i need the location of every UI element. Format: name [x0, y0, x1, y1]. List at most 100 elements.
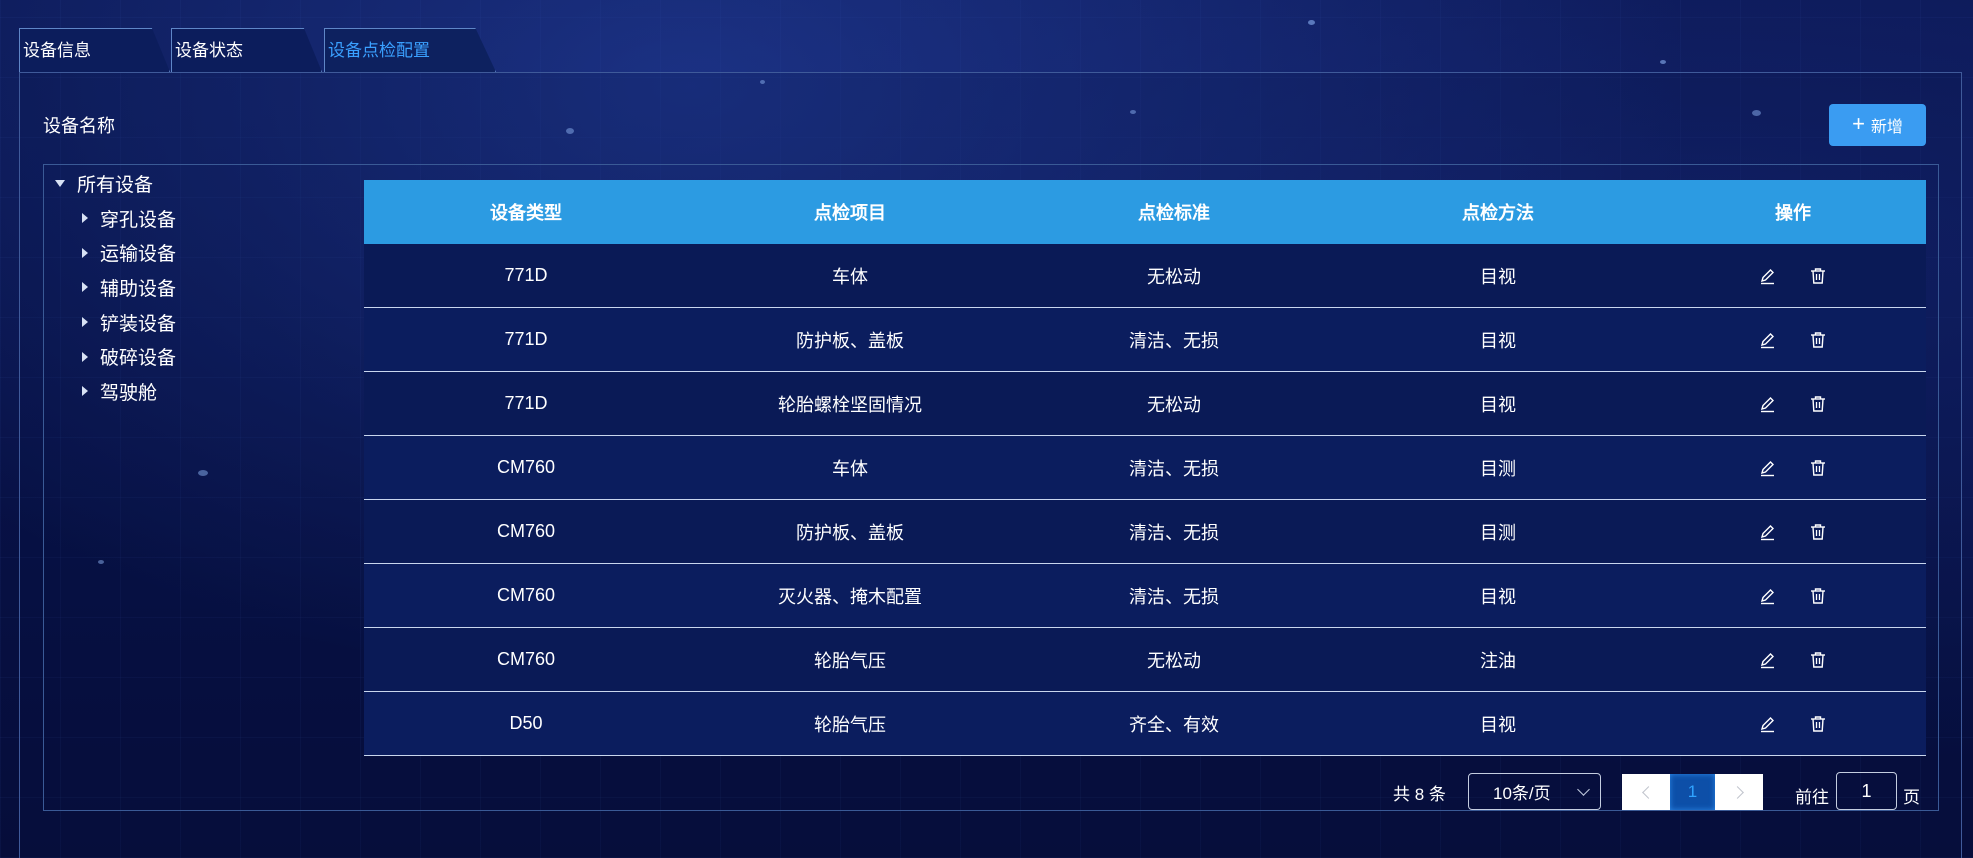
row-actions: [1660, 329, 1926, 351]
cell-item: 轮胎气压: [814, 714, 886, 735]
table-row: CM760 防护板、盖板 清洁、无损 目测: [364, 500, 1926, 564]
cell-standard: 清洁、无损: [1129, 522, 1219, 543]
chevron-right-icon: [1730, 785, 1744, 799]
caret-right-icon: [82, 213, 88, 224]
cell-device-type: CM760: [496, 457, 556, 477]
edit-icon[interactable]: [1757, 329, 1779, 351]
table-row: 771D 防护板、盖板 清洁、无损 目视: [364, 308, 1926, 372]
cell-item: 灭火器、掩木配置: [778, 586, 922, 607]
cell-item: 车体: [832, 266, 868, 287]
page-number-current[interactable]: 1: [1670, 774, 1715, 810]
column-header-item[interactable]: 点检项目: [688, 199, 1012, 225]
tree-node-loading[interactable]: 铲装设备: [52, 305, 176, 340]
tree-node-label: 穿孔设备: [100, 209, 177, 231]
page-size-value: 10条/页: [1493, 784, 1551, 803]
tree-node-label: 运输设备: [100, 244, 177, 266]
cell-item: 轮胎螺栓坚固情况: [778, 394, 922, 415]
tree-node-label: 破碎设备: [100, 348, 177, 370]
cell-item: 轮胎气压: [814, 650, 886, 671]
plus-icon: +: [1852, 111, 1865, 136]
edit-icon[interactable]: [1757, 713, 1779, 735]
row-actions: [1660, 713, 1926, 735]
table-row: CM760 轮胎气压 无松动 注油: [364, 628, 1926, 692]
caret-right-icon: [82, 282, 88, 293]
edit-icon[interactable]: [1757, 585, 1779, 607]
delete-icon[interactable]: [1807, 457, 1829, 479]
row-actions: [1660, 393, 1926, 415]
tree-node-transport[interactable]: 运输设备: [52, 235, 176, 270]
delete-icon[interactable]: [1807, 585, 1829, 607]
cell-method: 目视: [1480, 586, 1516, 607]
edit-icon[interactable]: [1757, 265, 1779, 287]
cell-method: 目视: [1480, 330, 1516, 351]
device-tree: 所有设备 穿孔设备 运输设备 辅助设备 铲装设备 破碎设备 驾驶舱: [52, 166, 176, 409]
cell-method: 目视: [1480, 394, 1516, 415]
edit-icon[interactable]: [1757, 521, 1779, 543]
row-actions: [1660, 265, 1926, 287]
row-actions: [1660, 585, 1926, 607]
delete-icon[interactable]: [1807, 649, 1829, 671]
table-body: 771D 车体 无松动 目视 771D 防护板、盖板 清洁、无损 目视 771D 轮胎螺栓坚固情况…: [364, 244, 1926, 756]
delete-icon[interactable]: [1807, 713, 1829, 735]
goto-page-input[interactable]: [1836, 772, 1897, 810]
row-actions: [1660, 649, 1926, 671]
cell-device-type: 771D: [504, 329, 548, 349]
prev-page-button[interactable]: [1622, 774, 1670, 810]
tree-node-auxiliary[interactable]: 辅助设备: [52, 270, 176, 305]
goto-suffix: 页: [1903, 788, 1920, 807]
next-page-button[interactable]: [1715, 774, 1763, 810]
column-header-standard[interactable]: 点检标准: [1012, 199, 1336, 225]
tab-device-status[interactable]: 设备状态: [171, 28, 322, 72]
delete-icon[interactable]: [1807, 329, 1829, 351]
cell-standard: 无松动: [1147, 266, 1201, 287]
cell-method: 注油: [1480, 650, 1516, 671]
table-header: 设备类型 点检项目 点检标准 点检方法 操作: [364, 180, 1926, 244]
cell-standard: 无松动: [1147, 394, 1201, 415]
add-button[interactable]: + 新增: [1829, 104, 1926, 146]
cell-device-type: CM760: [496, 585, 556, 605]
column-header-device-type[interactable]: 设备类型: [364, 199, 688, 225]
column-header-actions: 操作: [1775, 203, 1811, 223]
edit-icon[interactable]: [1757, 457, 1779, 479]
column-header-method[interactable]: 点检方法: [1336, 199, 1660, 225]
cell-device-type: 771D: [504, 265, 548, 285]
caret-right-icon: [82, 386, 88, 397]
table-row: D50 轮胎气压 齐全、有效 目视: [364, 692, 1926, 756]
cell-item: 车体: [832, 458, 868, 479]
chevron-down-icon: [1577, 783, 1590, 796]
cell-standard: 清洁、无损: [1129, 586, 1219, 607]
tab-device-info[interactable]: 设备信息: [19, 28, 170, 72]
tree-node-root[interactable]: 所有设备: [52, 166, 176, 201]
cell-method: 目视: [1480, 266, 1516, 287]
cell-device-type: 771D: [504, 393, 548, 413]
cell-device-type: CM760: [496, 649, 556, 669]
row-actions: [1660, 457, 1926, 479]
edit-icon[interactable]: [1757, 649, 1779, 671]
table-row: 771D 车体 无松动 目视: [364, 244, 1926, 308]
caret-right-icon: [82, 317, 88, 328]
table-row: CM760 车体 清洁、无损 目测: [364, 436, 1926, 500]
inspection-table: 设备类型 点检项目 点检标准 点检方法 操作 771D 车体 无松动 目视 771D 防护…: [364, 180, 1926, 756]
edit-icon[interactable]: [1757, 393, 1779, 415]
tab-inspection-config[interactable]: 设备点检配置: [324, 28, 496, 72]
panel-title: 设备名称: [43, 116, 115, 136]
delete-icon[interactable]: [1807, 393, 1829, 415]
delete-icon[interactable]: [1807, 521, 1829, 543]
page-size-select[interactable]: 10条/页: [1468, 773, 1601, 810]
tree-node-drilling[interactable]: 穿孔设备: [52, 201, 176, 236]
delete-icon[interactable]: [1807, 265, 1829, 287]
cell-method: 目视: [1480, 714, 1516, 735]
tree-node-crushing[interactable]: 破碎设备: [52, 339, 176, 374]
cell-device-type: D50: [509, 713, 543, 733]
cell-standard: 无松动: [1147, 650, 1201, 671]
add-button-label: 新增: [1870, 119, 1903, 136]
tree-node-label: 驾驶舱: [100, 382, 158, 404]
cell-standard: 清洁、无损: [1129, 330, 1219, 351]
cell-item: 防护板、盖板: [796, 522, 904, 543]
tree-node-cab[interactable]: 驾驶舱: [52, 374, 176, 409]
tree-node-label: 铲装设备: [100, 313, 177, 335]
table-row: CM760 灭火器、掩木配置 清洁、无损 目视: [364, 564, 1926, 628]
cell-standard: 清洁、无损: [1129, 458, 1219, 479]
cell-standard: 齐全、有效: [1129, 714, 1219, 735]
caret-right-icon: [82, 351, 88, 362]
